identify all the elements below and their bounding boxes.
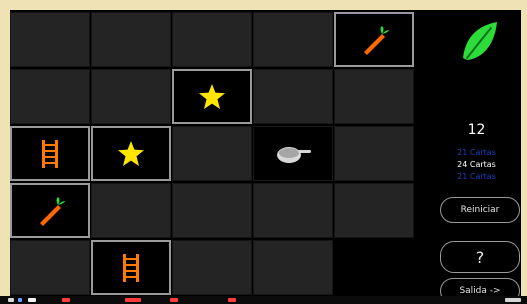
board-cell[interactable] (334, 69, 414, 124)
board-cell[interactable] (91, 240, 171, 295)
cards-line-2: 24 Cartas (457, 160, 496, 169)
taskbar-item[interactable] (18, 298, 22, 302)
board-cell[interactable] (10, 240, 90, 295)
help-button[interactable]: ? (440, 241, 520, 273)
board-cell[interactable] (10, 69, 90, 124)
board-cell[interactable] (91, 69, 171, 124)
board-cell[interactable] (253, 69, 333, 124)
ladder-icon (93, 242, 169, 293)
restart-button[interactable]: Reiniciar (440, 197, 520, 223)
carrot-icon (336, 14, 412, 65)
taskbar-clock (505, 298, 521, 302)
board-cell[interactable] (172, 69, 252, 124)
board-cell[interactable] (10, 183, 90, 238)
taskbar-item[interactable] (8, 298, 14, 302)
leaf-icon (457, 18, 501, 64)
app-frame: 12 21 Cartas 24 Cartas 21 Cartas Reinici… (0, 0, 527, 304)
board-cell[interactable] (253, 126, 333, 181)
cards-line-1: 21 Cartas (457, 148, 496, 157)
board-cell[interactable] (253, 12, 333, 67)
taskbar-item[interactable] (170, 298, 178, 302)
taskbar-item[interactable] (125, 298, 141, 302)
cards-line-3: 21 Cartas (457, 172, 496, 181)
board-cell[interactable] (172, 240, 252, 295)
ladder-icon (12, 128, 88, 179)
board-cell (334, 240, 414, 295)
exit-button[interactable]: Salida -> (440, 278, 520, 296)
taskbar-item[interactable] (228, 298, 236, 302)
board-cell[interactable] (10, 126, 90, 181)
star-icon (93, 128, 169, 179)
taskbar (0, 296, 527, 304)
board-cell[interactable] (91, 12, 171, 67)
taskbar-item[interactable] (62, 298, 70, 302)
memory-board (10, 12, 432, 296)
board-cell[interactable] (334, 126, 414, 181)
board-cell[interactable] (253, 240, 333, 295)
side-panel: 12 21 Cartas 24 Cartas 21 Cartas Reinici… (432, 10, 521, 296)
taskbar-item[interactable] (28, 298, 36, 302)
star-icon (174, 71, 250, 122)
board-cell[interactable] (172, 183, 252, 238)
board-cell[interactable] (334, 12, 414, 67)
carrot-icon (12, 185, 88, 236)
board-cell[interactable] (10, 12, 90, 67)
board-cell[interactable] (172, 126, 252, 181)
pan-icon (254, 127, 332, 180)
board-cell[interactable] (172, 12, 252, 67)
board-cell[interactable] (91, 126, 171, 181)
game-screen: 12 21 Cartas 24 Cartas 21 Cartas Reinici… (10, 10, 521, 296)
board-cell[interactable] (334, 183, 414, 238)
board-cell[interactable] (253, 183, 333, 238)
board-cell[interactable] (91, 183, 171, 238)
moves-counter: 12 (467, 122, 486, 138)
